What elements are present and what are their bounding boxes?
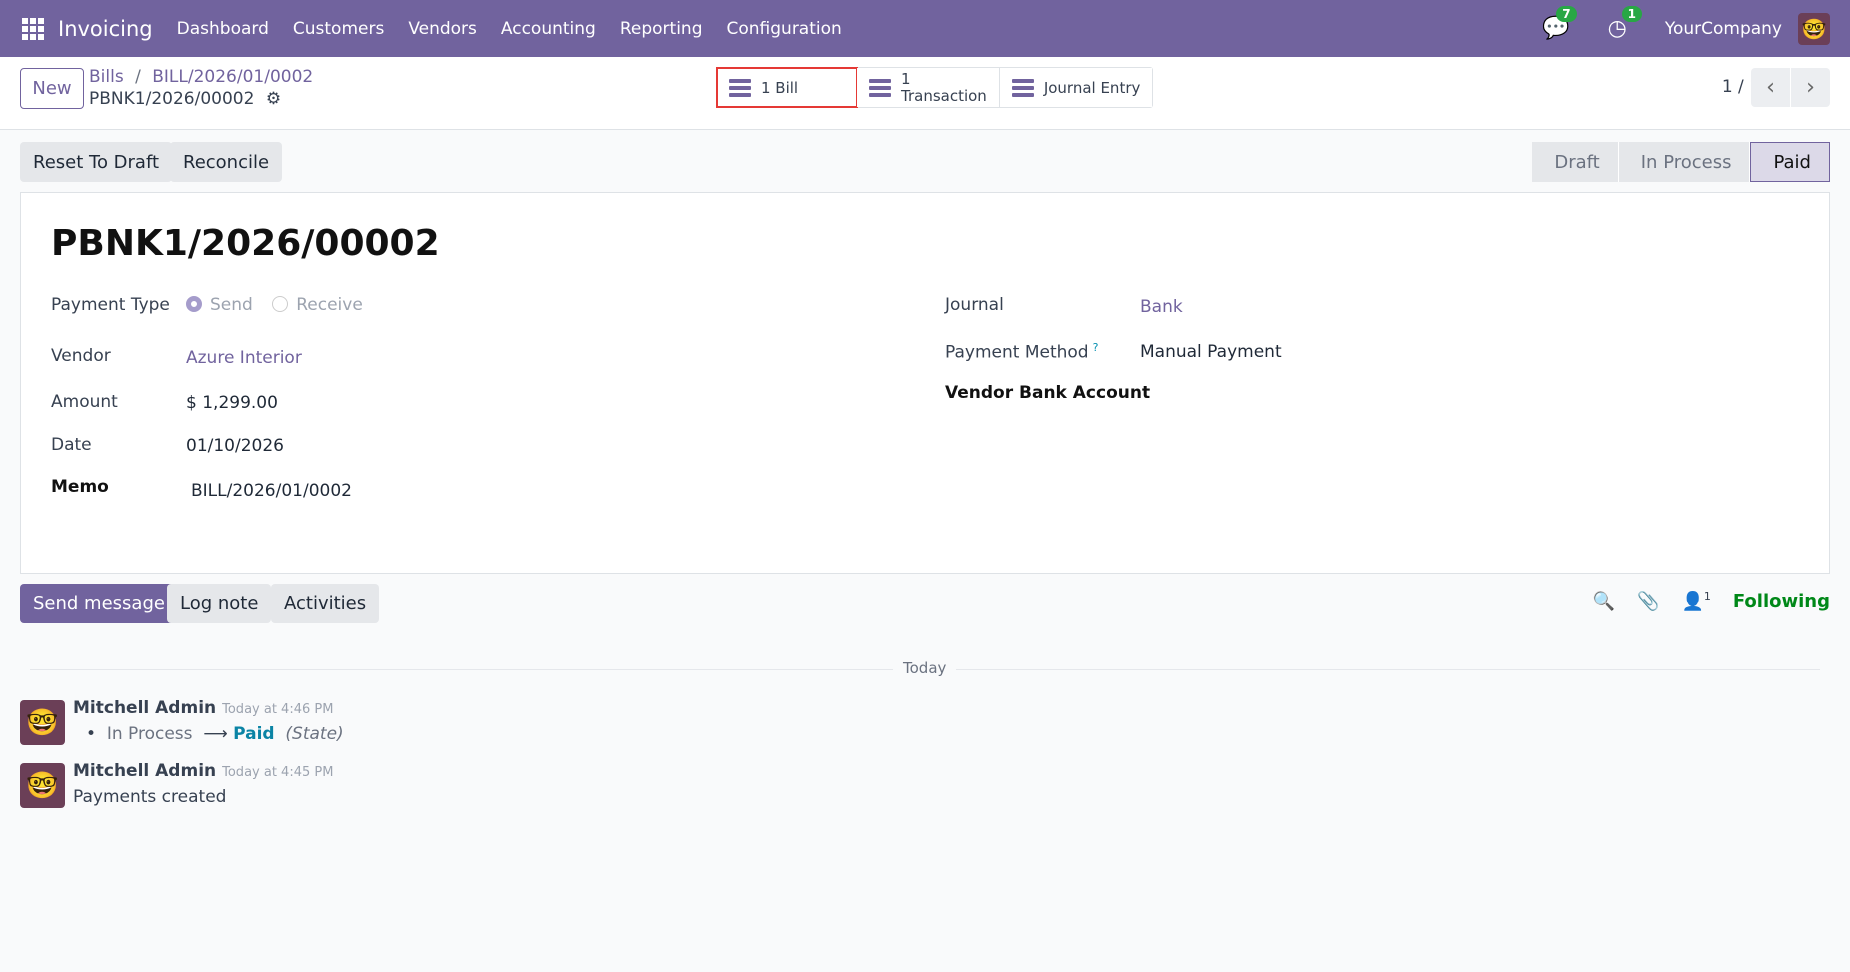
journal-entry-label: Journal Entry xyxy=(1043,78,1141,97)
tracking-value: • In Process ⟶ Paid (State) xyxy=(86,724,344,744)
activities-button[interactable]: Activities xyxy=(271,584,380,623)
search-icon[interactable]: 🔍 xyxy=(1593,591,1615,612)
transaction-smart-button[interactable]: 1 Transaction xyxy=(857,68,1000,107)
message-time: Today at 4:46 PM xyxy=(222,702,334,717)
message-author[interactable]: Mitchell Admin xyxy=(73,698,216,718)
menu-dashboard[interactable]: Dashboard xyxy=(177,19,269,39)
messages-badge: 7 xyxy=(1556,6,1577,22)
memo-field[interactable]: BILL/2026/01/0002 xyxy=(191,481,352,501)
pager-previous-button[interactable]: ‹ xyxy=(1751,68,1790,107)
radio-receive[interactable]: Receive xyxy=(272,295,363,315)
payment-method-field: Manual Payment xyxy=(1140,342,1282,362)
chevron-right-icon: › xyxy=(1806,75,1815,100)
menu-customers[interactable]: Customers xyxy=(293,19,384,39)
list-icon xyxy=(1011,76,1034,100)
journal-entry-smart-button[interactable]: Journal Entry xyxy=(999,68,1153,107)
control-panel: New Bills / BILL/2026/01/0002 PBNK1/2026… xyxy=(0,57,1850,130)
new-value: Paid xyxy=(233,724,275,744)
gear-icon[interactable]: ⚙ xyxy=(266,89,281,109)
field-name: (State) xyxy=(285,724,344,744)
transaction-count: 1 xyxy=(901,69,911,88)
vendor-bank-account-label: Vendor Bank Account xyxy=(945,383,1151,403)
user-icon: 👤 xyxy=(1681,591,1704,612)
vendor-field[interactable]: Azure Interior xyxy=(186,348,302,368)
journal-field[interactable]: Bank xyxy=(1140,297,1183,317)
today-label: Today xyxy=(893,659,957,677)
message-author[interactable]: Mitchell Admin xyxy=(73,761,216,781)
message-body: Payments created xyxy=(73,787,227,807)
form-sheet: PBNK1/2026/00002 Payment Type Send Recei… xyxy=(20,192,1830,574)
status-draft[interactable]: Draft xyxy=(1532,142,1619,182)
date-field: 01/10/2026 xyxy=(186,436,284,456)
list-icon xyxy=(869,76,891,100)
author-avatar: 🤓 xyxy=(20,763,65,808)
arrow-icon: ⟶ xyxy=(203,724,228,744)
followers-button[interactable]: 👤1 xyxy=(1681,590,1710,612)
status-paid[interactable]: Paid xyxy=(1750,142,1830,182)
reset-to-draft-button[interactable]: Reset To Draft xyxy=(20,142,173,182)
transaction-label: Transaction xyxy=(901,86,987,105)
apps-menu-icon[interactable] xyxy=(22,17,44,40)
chatter-tools: 🔍 📎 👤1 Following xyxy=(1593,590,1830,612)
activities-button[interactable]: ◷ 1 xyxy=(1608,6,1642,41)
paperclip-icon[interactable]: 📎 xyxy=(1637,591,1659,612)
log-note-button[interactable]: Log note xyxy=(167,584,272,623)
amount-field: $ 1,299.00 xyxy=(186,393,278,413)
status-bar: Draft In Process Paid xyxy=(1532,142,1830,182)
messages-button[interactable]: 💬 7 xyxy=(1542,6,1577,41)
old-value: In Process xyxy=(106,724,193,744)
new-button[interactable]: New xyxy=(20,68,84,109)
menu-reporting[interactable]: Reporting xyxy=(620,19,703,39)
help-icon[interactable]: ? xyxy=(1093,341,1099,354)
breadcrumb: Bills / BILL/2026/01/0002 xyxy=(89,67,313,87)
menu-configuration[interactable]: Configuration xyxy=(727,19,842,39)
list-icon xyxy=(729,76,751,100)
record-name: PBNK1/2026/00002 xyxy=(89,89,255,109)
memo-label: Memo xyxy=(51,477,109,497)
payment-type-radio: Send Receive xyxy=(186,295,363,315)
status-in-process[interactable]: In Process xyxy=(1618,142,1751,182)
company-switcher[interactable]: YourCompany xyxy=(1665,19,1782,39)
journal-label: Journal xyxy=(945,295,1004,315)
send-message-button[interactable]: Send message xyxy=(20,584,178,623)
payment-title: PBNK1/2026/00002 xyxy=(51,223,440,264)
chevron-left-icon: ‹ xyxy=(1766,75,1775,100)
breadcrumb-bill[interactable]: BILL/2026/01/0002 xyxy=(152,67,313,87)
reconcile-button[interactable]: Reconcile xyxy=(170,142,283,182)
menu-accounting[interactable]: Accounting xyxy=(501,19,596,39)
message-time: Today at 4:45 PM xyxy=(222,765,334,780)
followers-count: 1 xyxy=(1703,590,1711,603)
user-avatar[interactable]: 🤓 xyxy=(1798,12,1830,45)
breadcrumb-bills[interactable]: Bills xyxy=(89,67,124,87)
bill-smart-button[interactable]: 1 Bill xyxy=(716,67,858,108)
payment-method-label: Payment Method? xyxy=(945,341,1099,363)
top-navbar: Invoicing Dashboard Customers Vendors Ac… xyxy=(0,0,1850,57)
breadcrumb-separator: / xyxy=(135,67,141,87)
following-button[interactable]: Following xyxy=(1733,591,1830,612)
payment-type-label: Payment Type xyxy=(51,295,170,315)
app-name[interactable]: Invoicing xyxy=(58,17,153,41)
author-avatar: 🤓 xyxy=(20,700,65,745)
activities-badge: 1 xyxy=(1621,6,1642,22)
radio-send[interactable]: Send xyxy=(186,295,253,315)
date-label: Date xyxy=(51,435,92,455)
vendor-label: Vendor xyxy=(51,346,111,366)
menu-vendors[interactable]: Vendors xyxy=(408,19,477,39)
bill-smart-label: 1 Bill xyxy=(761,78,799,97)
pager-next-button[interactable]: › xyxy=(1791,68,1830,107)
smart-buttons: 1 Bill 1 Transaction Journal Entry xyxy=(716,67,1154,108)
amount-label: Amount xyxy=(51,392,118,412)
